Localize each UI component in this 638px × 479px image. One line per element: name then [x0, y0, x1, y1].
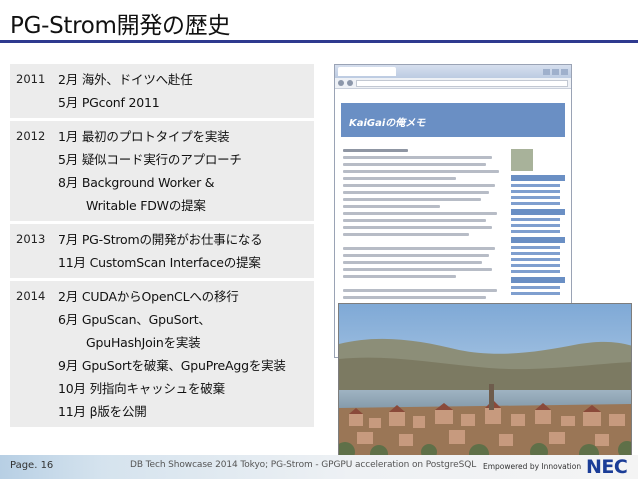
timeline-year: 2014	[10, 279, 58, 430]
browser-addressbar	[335, 78, 571, 89]
page-number: Page. 16	[10, 460, 54, 471]
window-controls	[543, 68, 568, 75]
browser-tab	[338, 67, 396, 76]
forward-icon	[347, 80, 353, 86]
blog-header: KaiGaiの俺メモ	[341, 103, 565, 137]
timeline-event: 7月 PG-Stromの開発がお仕事になる	[58, 232, 263, 247]
nec-logo: NEC	[586, 456, 628, 478]
timeline-year: 2013	[10, 222, 58, 281]
browser-titlebar	[335, 65, 571, 78]
timeline-event: 5月 PGconf 2011	[58, 95, 160, 110]
timeline-event: 6月 GpuScan、GpuSort、	[58, 312, 211, 327]
title-rule	[0, 40, 638, 43]
timeline-event: 1月 最初のプロトタイプを実装	[58, 129, 230, 144]
timeline-event: Writable FDWの提案	[86, 198, 206, 213]
sidebar-heading	[511, 175, 565, 181]
timeline-event: 2月 海外、ドイツへ赴任	[58, 72, 193, 87]
avatar	[511, 149, 533, 171]
timeline-year: 2012	[10, 119, 58, 224]
empowered-tagline: Empowered by Innovation	[483, 462, 582, 471]
history-timeline-table: 2011 2月 海外、ドイツへ赴任 5月 PGconf 2011 2012 1月 最初の…	[10, 64, 314, 430]
sidebar-heading	[511, 209, 565, 215]
timeline-row: 2014 2月 CUDAからOpenCLへの移行 6月 GpuScan、GpuSor…	[10, 279, 314, 430]
back-icon	[338, 80, 344, 86]
timeline-events: 1月 最初のプロトタイプを実装 5月 疑似コード実行のアプローチ 8月 Backgr…	[58, 119, 314, 224]
timeline-row: 2012 1月 最初のプロトタイプを実装 5月 疑似コード実行のアプローチ 8月 Ba…	[10, 119, 314, 224]
timeline-year: 2011	[10, 64, 58, 121]
sidebar-heading	[511, 237, 565, 243]
timeline-event: 11月 β版を公開	[58, 404, 147, 419]
timeline-row: 2013 7月 PG-Stromの開発がお仕事になる 11月 CustomScan …	[10, 222, 314, 281]
timeline-event: 10月 列指向キャッシュを破棄	[58, 381, 225, 396]
footer-band: Page. 16 DB Tech Showcase 2014 Tokyo; PG…	[0, 455, 638, 479]
timeline-event: 11月 CustomScan Interfaceの提案	[58, 255, 261, 270]
timeline-events: 2月 CUDAからOpenCLへの移行 6月 GpuScan、GpuSort、 Gp…	[58, 279, 314, 430]
blog-name: KaiGaiの俺メモ	[349, 118, 426, 129]
timeline-event: 9月 GpuSortを破棄、GpuPreAggを実装	[58, 358, 286, 373]
timeline-events: 2月 海外、ドイツへ赴任 5月 PGconf 2011	[58, 64, 314, 121]
timeline-event: 2月 CUDAからOpenCLへの移行	[58, 289, 239, 304]
timeline-event: 5月 疑似コード実行のアプローチ	[58, 152, 242, 167]
address-field	[356, 79, 568, 87]
footer-title: DB Tech Showcase 2014 Tokyo; PG-Strom - …	[130, 460, 477, 470]
timeline-event: GpuHashJoinを実装	[86, 335, 201, 350]
heidelberg-photo	[338, 303, 632, 456]
timeline-events: 7月 PG-Stromの開発がお仕事になる 11月 CustomScan Inte…	[58, 222, 314, 281]
sidebar-heading	[511, 277, 565, 283]
timeline-row: 2011 2月 海外、ドイツへ赴任 5月 PGconf 2011	[10, 64, 314, 121]
slide-title: PG-Strom開発の歴史	[10, 13, 231, 39]
timeline-event: 8月 Background Worker &	[58, 175, 215, 190]
